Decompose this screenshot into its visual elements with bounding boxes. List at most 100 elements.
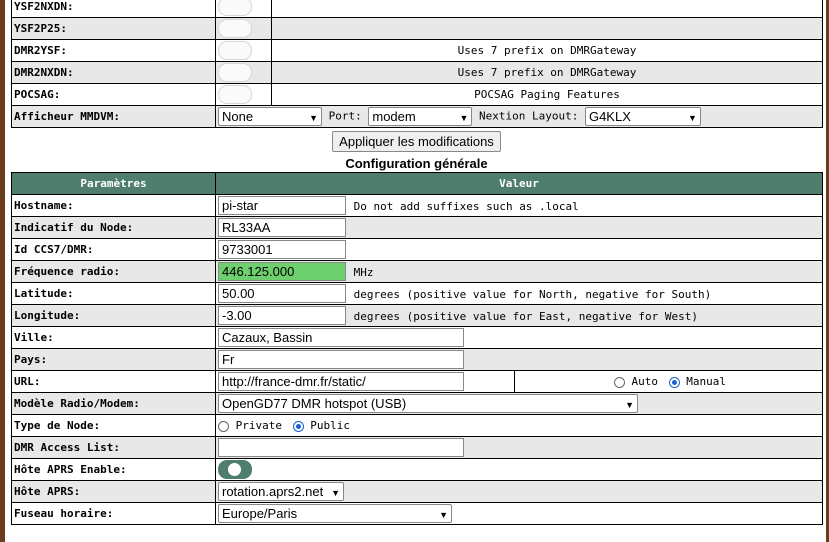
ysf2p25-toggle[interactable] [218,19,252,38]
frequency-input[interactable] [218,262,346,281]
longitude-row: Longitude: degrees (positive value for E… [11,304,823,327]
chevron-down-icon: ▼ [459,113,469,123]
latitude-input[interactable] [218,284,346,303]
row-label: YSF2NXDN: [11,0,216,18]
port-select-value: modem [372,109,416,124]
aprs-host-cell: rotation.aprs2.net ▼ [215,480,823,503]
apply-row: Appliquer les modifications [11,128,822,154]
table-header-row: Paramètres Valeur [11,172,823,195]
url-auto-radio[interactable] [613,376,625,388]
page-content: YSF2NXDN: YSF2P25: DMR2YSF: Uses 7 prefi… [11,0,823,525]
nextion-label: Nextion Layout: [479,109,579,123]
latitude-cell: degrees (positive value for North, negat… [215,282,823,305]
aprs-host-select-value: rotation.aprs2.net [222,484,324,499]
url-auto-label: Auto [631,375,659,388]
callsign-row: Indicatif du Node: [11,216,823,239]
dmr2nxdn-toggle[interactable] [218,63,252,82]
url-row: URL: Auto Manual [11,370,823,393]
toggle-cell [215,83,272,106]
ccs7-cell [215,238,823,261]
dmr-access-label: DMR Access List: [11,436,216,459]
url-mode-cell: Auto Manual [514,370,823,393]
longitude-cell: degrees (positive value for East, negati… [215,304,823,327]
toggle-cell [215,17,272,40]
modem-label: Modèle Radio/Modem: [11,392,216,415]
row-description [271,0,823,18]
row-description [271,17,823,40]
callsign-cell [215,216,823,239]
row-label: DMR2YSF: [11,39,216,62]
row-description: POCSAG Paging Features [271,83,823,106]
node-public-radio[interactable] [292,420,304,432]
longitude-label: Longitude: [11,304,216,327]
timezone-select-value: Europe/Paris [222,506,298,521]
toggle-cell [215,39,272,62]
frequency-row: Fréquence radio: MHz [11,260,823,283]
modem-row: Modèle Radio/Modem: OpenGD77 DMR hotspot… [11,392,823,415]
node-type-label: Type de Node: [11,414,216,437]
port-label: Port: [328,109,362,123]
node-private-label: Private [235,419,282,432]
timezone-cell: Europe/Paris ▼ [215,502,823,525]
longitude-note: degrees (positive value for East, negati… [353,310,698,323]
chevron-down-icon: ▼ [439,510,448,520]
timezone-select[interactable]: Europe/Paris ▼ [218,504,452,523]
aprs-enable-toggle[interactable] [218,460,252,479]
display-select[interactable]: None ▼ [218,107,322,126]
dmr2ysf-toggle[interactable] [218,41,252,60]
modem-select[interactable]: OpenGD77 DMR hotspot (USB) ▼ [218,394,638,413]
table-row: YSF2P25: [11,17,823,40]
row-label: POCSAG: [11,83,216,106]
chevron-down-icon: ▼ [625,400,634,410]
dmr-access-row: DMR Access List: [11,436,823,459]
timezone-label: Fuseau horaire: [11,502,216,525]
general-config-table: Paramètres Valeur Hostname: Do not add s… [11,172,823,525]
latitude-label: Latitude: [11,282,216,305]
country-row: Pays: [11,348,823,371]
row-description: Uses 7 prefix on DMRGateway [271,39,823,62]
ysf2nxdn-toggle[interactable] [218,0,252,16]
display-select-value: None [222,109,254,124]
aprs-host-label: Hôte APRS: [11,480,216,503]
node-type-cell: Private Public [215,414,823,437]
pocsag-toggle[interactable] [218,85,252,104]
port-select[interactable]: modem ▼ [368,107,473,126]
country-cell [215,348,823,371]
aprs-host-row: Hôte APRS: rotation.aprs2.net ▼ [11,480,823,503]
left-frame-border [0,0,5,542]
url-input[interactable] [218,372,464,391]
ccs7-input[interactable] [218,240,346,259]
display-controls: None ▼ Port: modem ▼ Nextion Layout: G4KLX… [215,105,823,128]
dmr-access-cell [215,436,823,459]
nextion-layout-select[interactable]: G4KLX ▼ [584,107,701,126]
chevron-down-icon: ▼ [331,488,340,498]
hostname-label: Hostname: [11,194,216,217]
latitude-row: Latitude: degrees (positive value for No… [11,282,823,305]
header-value: Valeur [215,172,823,195]
table-row: POCSAG: POCSAG Paging Features [11,83,823,106]
modem-cell: OpenGD77 DMR hotspot (USB) ▼ [215,392,823,415]
row-description: Uses 7 prefix on DMRGateway [271,61,823,84]
aprs-host-select[interactable]: rotation.aprs2.net ▼ [218,482,344,501]
city-row: Ville: [11,326,823,349]
country-input[interactable] [218,350,464,369]
latitude-note: degrees (positive value for North, negat… [353,288,712,301]
hostname-input[interactable] [218,196,346,215]
node-private-radio[interactable] [218,420,229,432]
table-row: Afficheur MMDVM: None ▼ Port: modem ▼ Next… [11,105,823,128]
callsign-input[interactable] [218,218,346,237]
frequency-unit: MHz [353,266,374,279]
hostname-cell: Do not add suffixes such as .local [215,194,823,217]
dmr-access-input[interactable] [218,438,464,457]
chevron-down-icon: ▼ [688,113,697,123]
apply-changes-button[interactable]: Appliquer les modifications [332,131,501,152]
hostname-row: Hostname: Do not add suffixes such as .l… [11,194,823,217]
aprs-enable-row: Hôte APRS Enable: [11,458,823,481]
toggle-cell [215,61,272,84]
longitude-input[interactable] [218,306,346,325]
city-input[interactable] [218,328,464,347]
chevron-down-icon: ▼ [309,113,318,123]
node-public-label: Public [310,419,350,432]
callsign-label: Indicatif du Node: [11,216,216,239]
url-manual-radio[interactable] [668,376,680,388]
